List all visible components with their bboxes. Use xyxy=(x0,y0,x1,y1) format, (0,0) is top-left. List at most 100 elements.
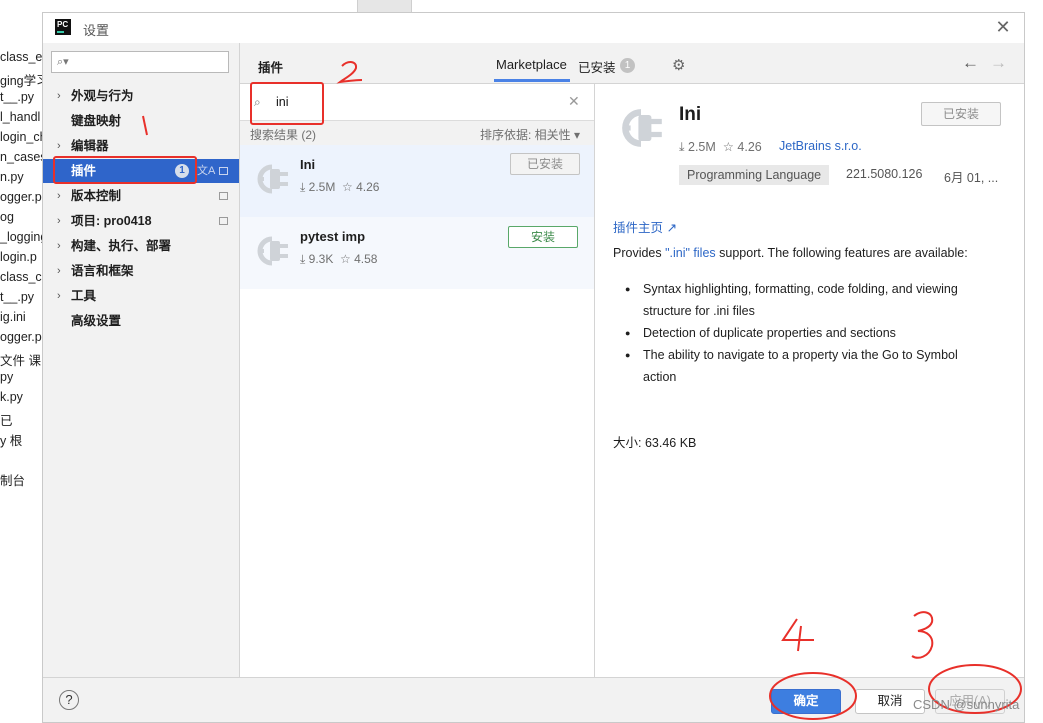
settings-dialog: PC 设置 ✕ ⌕▾ › 外观与行为 键盘映射 › 编辑器 插件 1 文A › 版本控制 › 项目: … xyxy=(42,12,1025,723)
background-tree-item: y 根 xyxy=(0,434,23,448)
desc-suffix: support. The following features are avai… xyxy=(715,246,968,260)
updates-badge: 1 xyxy=(175,164,189,178)
sidebar-item-10[interactable]: 高级设置 xyxy=(43,309,239,333)
detail-plugin-name: Ini xyxy=(679,104,702,125)
background-tree-item: n.py xyxy=(0,170,24,184)
sidebar-item-label: 构建、执行、部署 xyxy=(71,239,172,253)
tab-marketplace[interactable]: Marketplace xyxy=(496,57,567,72)
sidebar-item-8[interactable]: › 语言和框架 xyxy=(43,259,239,283)
background-tree-item: l_handl xyxy=(0,110,41,124)
project-scope-icon xyxy=(219,192,228,200)
forward-arrow-icon[interactable]: → xyxy=(990,53,1007,73)
detail-category-tag[interactable]: Programming Language xyxy=(679,165,830,185)
search-icon: ⌕▾ xyxy=(57,56,69,68)
sidebar-item-7[interactable]: › 构建、执行、部署 xyxy=(43,234,239,258)
close-icon[interactable]: ✕ xyxy=(993,17,1013,37)
sidebar-item-6[interactable]: › 项目: pro0418 xyxy=(43,209,239,233)
project-scope-icon xyxy=(219,217,228,225)
title-bar: PC 设置 ✕ xyxy=(43,13,1024,43)
sidebar-item-5[interactable]: › 版本控制 xyxy=(43,184,239,208)
sidebar-item-label: 高级设置 xyxy=(71,314,122,328)
installed-count-badge: 1 xyxy=(620,58,635,73)
sidebar-item-label: 项目: pro0418 xyxy=(71,214,152,228)
background-tree-item: login.p xyxy=(0,250,37,264)
desc-prefix: Provides xyxy=(613,246,666,260)
feature-item: The ability to navigate to a property vi… xyxy=(625,344,985,388)
gear-icon[interactable]: ⚙ xyxy=(672,56,685,74)
background-tree-item: ogger.p xyxy=(0,190,42,204)
feature-list: Syntax highlighting, formatting, code fo… xyxy=(625,278,985,388)
chevron-right-icon[interactable]: › xyxy=(57,284,61,308)
desc-link[interactable]: ".ini" files xyxy=(665,246,716,260)
plugin-icon xyxy=(257,164,288,194)
chevron-right-icon[interactable]: › xyxy=(57,259,61,283)
chevron-right-icon[interactable]: › xyxy=(57,134,61,158)
clear-search-icon[interactable]: ✕ xyxy=(568,93,580,110)
ok-button[interactable]: 确定 xyxy=(771,689,841,714)
background-tree-item: 已 xyxy=(0,414,13,428)
tab-active-indicator xyxy=(494,79,570,82)
page-title: 插件 xyxy=(258,61,284,75)
plugin-homepage-link[interactable]: 插件主页 ↗ xyxy=(613,217,677,236)
background-tree-item: ging学习 xyxy=(0,74,42,88)
sidebar-item-1[interactable]: › 外观与行为 xyxy=(43,84,239,108)
pycharm-logo-icon: PC xyxy=(55,19,71,35)
background-tree-item: n_cases xyxy=(0,150,42,164)
sidebar-item-4[interactable]: 插件 1 文A xyxy=(43,159,239,183)
plugin-detail-panel: Ini 已安装 ⤓ 2.5M ☆ 4.26 JetBrains s.r.o. P… xyxy=(595,84,1024,677)
sort-by-dropdown[interactable]: 排序依据: 相关性 ▾ xyxy=(480,126,580,143)
sidebar-item-9[interactable]: › 工具 xyxy=(43,284,239,308)
detail-installed-button[interactable]: 已安装 xyxy=(921,102,1001,126)
background-tree-item: class_co xyxy=(0,270,42,284)
plugin-name: pytest imp xyxy=(300,229,366,244)
plugin-row-pytest-imp[interactable]: pytest imp ⤓ 9.3K ☆ 4.58 安装 xyxy=(240,217,594,289)
tab-installed[interactable]: 已安装 xyxy=(578,57,616,76)
background-tree-item: ogger.p xyxy=(0,330,42,344)
search-icon: ⌕ xyxy=(254,95,261,109)
detail-vendor-link[interactable]: JetBrains s.r.o. xyxy=(779,139,862,153)
plugin-meta: ⤓ 2.5M ☆ 4.26 xyxy=(300,180,380,194)
install-button[interactable]: 安装 xyxy=(508,226,578,248)
sidebar-item-label: 外观与行为 xyxy=(71,89,134,103)
sidebar-item-3[interactable]: › 编辑器 xyxy=(43,134,239,158)
detail-rating: 4.26 xyxy=(737,140,762,154)
plugin-icon xyxy=(257,236,288,266)
background-tree-item: k.py xyxy=(0,390,23,404)
result-bar: 搜索结果 (2) 排序依据: 相关性 ▾ xyxy=(240,121,594,145)
installed-button[interactable]: 已安装 xyxy=(510,153,580,175)
sidebar-item-2[interactable]: 键盘映射 xyxy=(43,109,239,133)
plugin-downloads: 2.5M xyxy=(308,180,336,194)
plugin-icon-large xyxy=(622,109,662,147)
plugin-rating: 4.58 xyxy=(354,252,378,266)
background-tree-item: class_ex xyxy=(0,50,42,64)
background-tree-item: t__.py xyxy=(0,90,35,104)
sidebar-item-label: 版本控制 xyxy=(71,189,122,203)
plugin-search-input[interactable]: ⌕ ini ✕ xyxy=(240,84,594,121)
chevron-right-icon[interactable]: › xyxy=(57,234,61,258)
sidebar-item-label: 编辑器 xyxy=(71,139,109,153)
background-tree-item: py xyxy=(0,370,14,384)
sidebar-item-label: 键盘映射 xyxy=(71,114,122,128)
plugin-row-ini[interactable]: Ini ⤓ 2.5M ☆ 4.26 已安装 xyxy=(240,145,594,217)
result-count: 搜索结果 (2) xyxy=(250,128,317,142)
sidebar-item-label: 插件 xyxy=(71,164,97,178)
watermark: CSDN @sunnyrita xyxy=(913,697,1020,712)
background-tree-item: 制台 xyxy=(0,474,26,488)
background-tree-item: ig.ini xyxy=(0,310,26,324)
chevron-right-icon[interactable]: › xyxy=(57,84,61,108)
detail-size: 大小: 63.46 KB xyxy=(613,436,697,450)
background-project-tree: class_ex ging学习 t__.py l_handl login_ch n_cas… xyxy=(0,0,42,723)
chevron-right-icon[interactable]: › xyxy=(57,209,61,233)
detail-date: 6月 01, ... xyxy=(944,171,999,185)
feature-item: Syntax highlighting, formatting, code fo… xyxy=(625,278,985,322)
plugin-name: Ini xyxy=(300,157,316,172)
chevron-right-icon[interactable]: › xyxy=(57,184,61,208)
dialog-footer: ? 确定 取消 应用(A) xyxy=(43,677,1024,722)
plugin-downloads: 9.3K xyxy=(308,252,334,266)
help-icon[interactable]: ? xyxy=(59,690,79,710)
settings-search-input[interactable]: ⌕▾ xyxy=(51,51,229,73)
background-tree-item: t__.py xyxy=(0,290,35,304)
background-tree-item: _logging xyxy=(0,230,42,244)
detail-description: Provides ".ini" files support. The follo… xyxy=(613,244,1008,262)
back-arrow-icon[interactable]: ← xyxy=(962,53,979,73)
